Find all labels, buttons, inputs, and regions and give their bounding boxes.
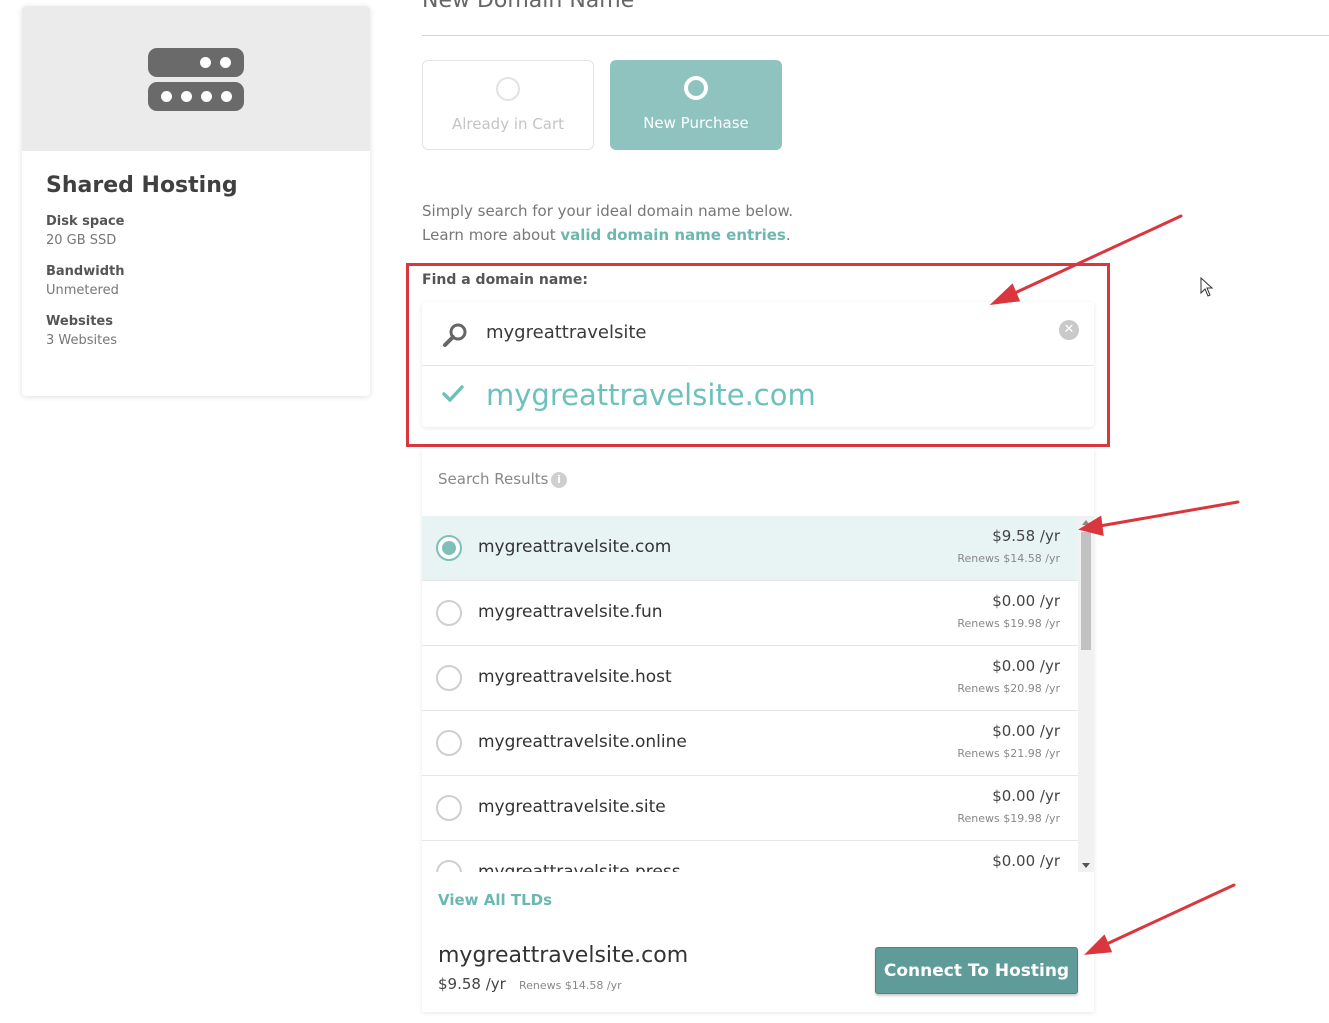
intro-line-1: Simply search for your ideal domain name… <box>422 202 794 220</box>
view-all-tlds-link[interactable]: View All TLDs <box>438 891 552 909</box>
result-row[interactable]: mygreattravelsite.com $9.58 /yr Renews $… <box>422 516 1078 581</box>
result-domain: mygreattravelsite.host <box>478 667 672 687</box>
valid-domain-entries-link[interactable]: valid domain name entries <box>560 226 785 244</box>
results-list: mygreattravelsite.com $9.58 /yr Renews $… <box>422 516 1094 872</box>
result-renews: Renews $19.98 /yr <box>957 617 1060 630</box>
results-title: Search Results <box>438 470 549 488</box>
header-divider <box>422 35 1329 36</box>
radio-already-in-cart[interactable] <box>496 77 520 101</box>
result-row[interactable]: mygreattravelsite.online $0.00 /yr Renew… <box>422 711 1078 776</box>
spec-label-bandwidth: Bandwidth <box>46 264 125 279</box>
result-radio[interactable] <box>436 665 462 691</box>
spec-value-bandwidth: Unmetered <box>46 283 119 298</box>
selected-domain-summary: mygreattravelsite.com <box>438 943 689 968</box>
result-price: $0.00 /yr <box>992 592 1060 610</box>
result-price: $0.00 /yr <box>992 787 1060 805</box>
result-price: $0.00 /yr <box>992 657 1060 675</box>
scrollbar-thumb[interactable] <box>1081 532 1091 650</box>
option-already-in-cart[interactable]: Already in Cart <box>422 60 594 150</box>
result-renews: Renews $20.98 /yr <box>957 682 1060 695</box>
result-row[interactable]: mygreattravelsite.host $0.00 /yr Renews … <box>422 646 1078 711</box>
result-domain: mygreattravelsite.com <box>478 537 672 557</box>
result-price: $0.00 /yr <box>992 722 1060 740</box>
result-price: $9.58 /yr <box>992 527 1060 545</box>
spec-value-disk: 20 GB SSD <box>46 233 117 248</box>
spec-label-websites: Websites <box>46 314 113 329</box>
annotation-highlight-box <box>406 263 1110 447</box>
selected-domain-price: $9.58 /yr <box>438 975 506 993</box>
section-title: New Domain Name <box>422 0 635 13</box>
info-icon[interactable]: i <box>551 472 567 488</box>
intro-line-2-suffix: . <box>785 226 791 244</box>
result-price: $0.00 /yr <box>992 852 1060 870</box>
result-renews: Renews $19.98 /yr <box>957 812 1060 825</box>
results-header: Search Results i <box>422 448 1094 516</box>
result-renews: Renews $14.58 /yr <box>957 552 1060 565</box>
result-domain: mygreattravelsite.press <box>478 862 681 872</box>
result-radio[interactable] <box>436 600 462 626</box>
result-row[interactable]: mygreattravelsite.site $0.00 /yr Renews … <box>422 776 1078 841</box>
results-panel: Search Results i mygreattravelsite.com $… <box>422 448 1094 1012</box>
result-radio[interactable] <box>436 535 462 561</box>
selected-domain-renews: Renews $14.58 /yr <box>519 979 622 992</box>
intro-line-2-prefix: Learn more about <box>422 226 561 244</box>
intro-line-2: Learn more about valid domain name entri… <box>422 223 793 247</box>
plan-card: Shared Hosting Disk space 20 GB SSD Band… <box>22 6 370 396</box>
result-domain: mygreattravelsite.online <box>478 732 687 752</box>
connect-to-hosting-button[interactable]: Connect To Hosting <box>875 947 1078 994</box>
plan-hero <box>22 6 370 151</box>
result-domain: mygreattravelsite.fun <box>478 602 663 622</box>
result-row[interactable]: mygreattravelsite.fun $0.00 /yr Renews $… <box>422 581 1078 646</box>
mouse-cursor-icon <box>1200 277 1214 297</box>
spec-value-websites: 3 Websites <box>46 333 117 348</box>
results-scrollbar[interactable] <box>1078 516 1094 872</box>
result-renews: Renews $21.98 /yr <box>957 747 1060 760</box>
spec-label-disk: Disk space <box>46 214 125 229</box>
server-icon <box>148 48 244 116</box>
result-radio[interactable] <box>436 795 462 821</box>
plan-title: Shared Hosting <box>46 173 238 198</box>
result-radio[interactable] <box>436 730 462 756</box>
option-new-purchase-label: New Purchase <box>643 114 749 132</box>
option-new-purchase[interactable]: New Purchase <box>610 60 782 150</box>
scroll-down-arrow-icon[interactable] <box>1082 863 1090 868</box>
option-already-in-cart-label: Already in Cart <box>451 115 564 133</box>
result-radio[interactable] <box>436 860 462 872</box>
scroll-up-arrow-icon[interactable] <box>1082 520 1090 525</box>
result-row[interactable]: mygreattravelsite.press $0.00 /yr <box>422 841 1078 872</box>
radio-new-purchase[interactable] <box>684 76 708 100</box>
intro-text: Simply search for your ideal domain name… <box>422 199 793 247</box>
result-domain: mygreattravelsite.site <box>478 797 666 817</box>
